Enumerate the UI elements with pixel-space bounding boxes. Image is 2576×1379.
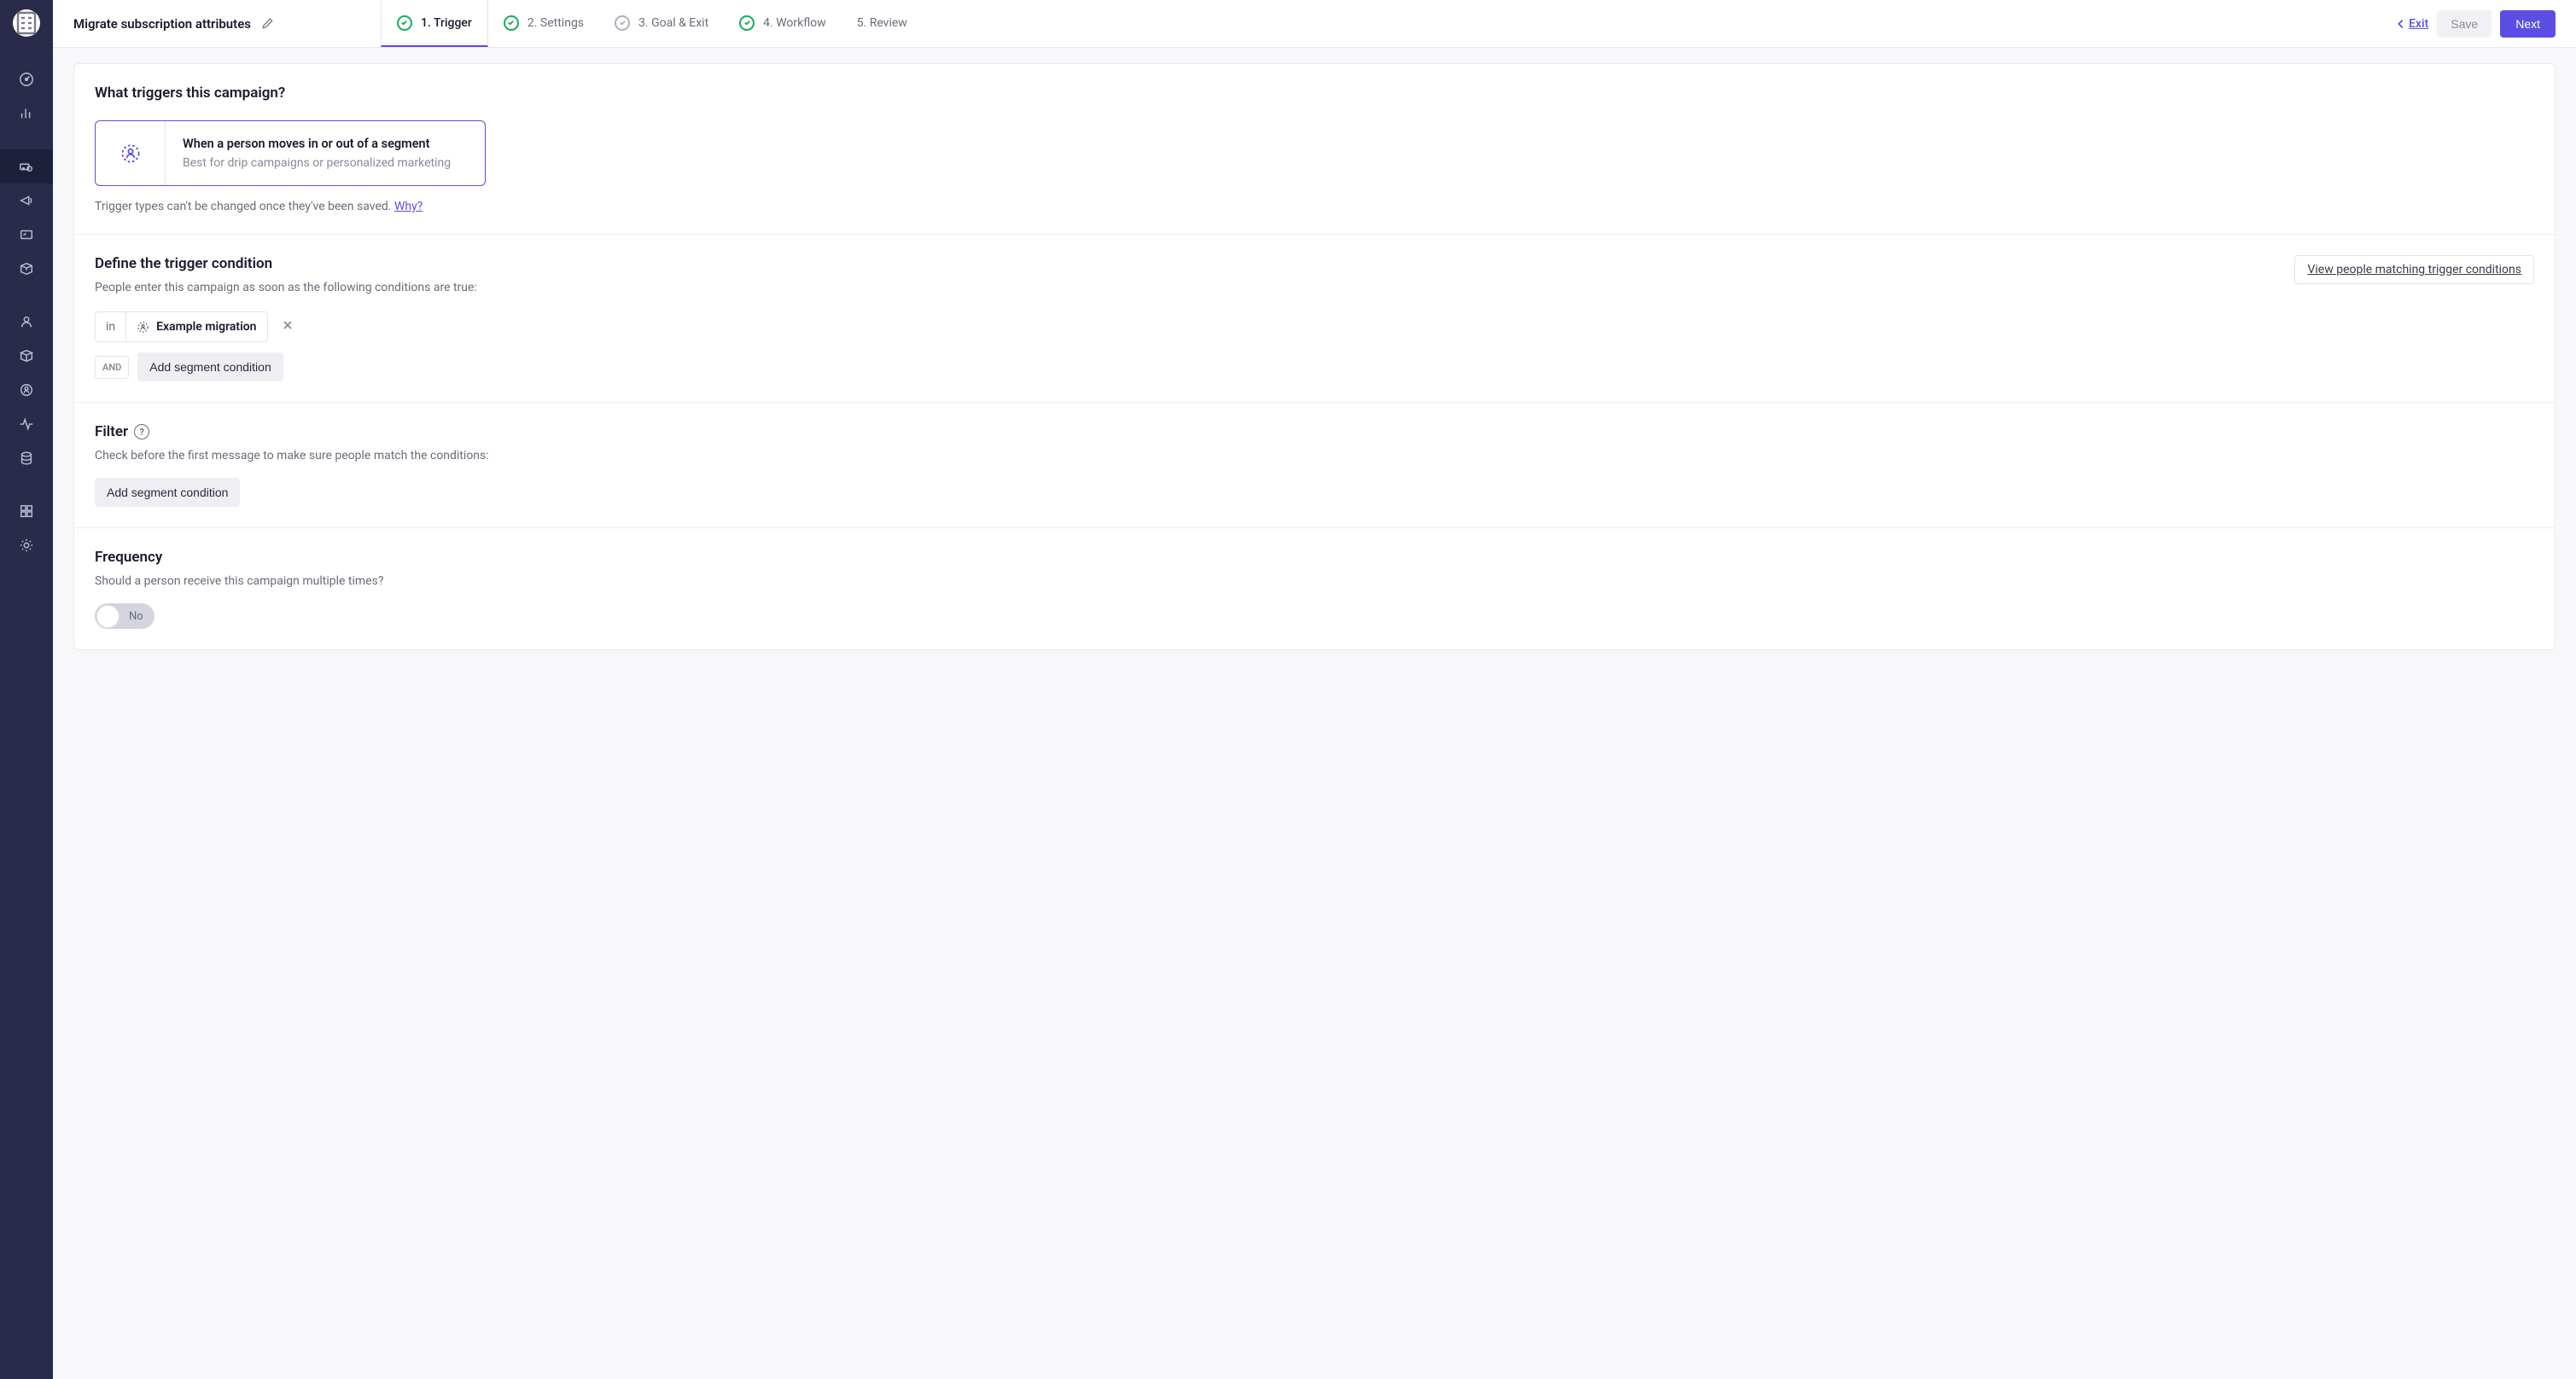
frequency-toggle[interactable]: No [95,603,154,629]
filter-add-condition-button[interactable]: Add segment condition [95,478,240,507]
check-icon [397,15,412,31]
exit-label: Exit [2409,17,2428,31]
next-button[interactable]: Next [2500,10,2556,38]
step-workflow[interactable]: 4. Workflow [724,0,842,47]
segment-move-icon [96,121,166,185]
header: Migrate subscription attributes 1. Trigg… [53,0,2576,48]
stepper: 1. Trigger 2. Settings 3. Goal & Exit 4.… [381,0,923,47]
filter-section: Filter ? Check before the first message … [74,403,2555,528]
frequency-section-title: Frequency [95,549,2534,566]
step-settings[interactable]: 2. Settings [488,0,599,47]
toggle-label: No [129,610,143,623]
nav-activity[interactable] [0,407,53,441]
check-icon [615,15,630,31]
step-goal-exit[interactable]: 3. Goal & Exit [599,0,724,47]
campaign-title: Migrate subscription attributes [73,16,251,32]
trigger-why-link[interactable]: Why? [394,200,423,213]
check-icon [504,15,519,31]
nav-transactional[interactable] [0,218,53,252]
filter-section-subtitle: Check before the first message to make s… [95,449,2534,463]
condition-chip[interactable]: in Example migration [95,311,268,342]
nav-settings[interactable] [0,528,53,562]
header-actions: Exit Save Next [2395,10,2556,38]
trigger-card-text: When a person moves in or out of a segme… [166,121,468,185]
trigger-card-subtitle: Best for drip campaigns or personalized … [183,156,451,170]
sidebar [0,0,53,1379]
nav-analytics[interactable] [0,96,53,131]
nav-dashboard[interactable] [0,62,53,96]
trigger-note: Trigger types can't be changed once they… [95,200,2534,213]
nav-campaigns[interactable] [0,149,53,183]
segment-icon [137,321,149,334]
condition-section-subtitle: People enter this campaign as soon as th… [95,281,477,294]
trigger-type-card[interactable]: When a person moves in or out of a segme… [95,120,486,186]
step-trigger[interactable]: 1. Trigger [381,0,488,47]
view-matching-link-box[interactable]: View people matching trigger conditions [2294,255,2534,284]
campaign-card: What triggers this campaign? When a pers… [73,63,2556,650]
filter-section-title: Filter [95,423,128,440]
condition-row: in Example migration [95,311,2534,342]
step-review[interactable]: 5. Review [842,0,923,47]
add-segment-condition-button[interactable]: Add segment condition [137,352,283,381]
edit-title-button[interactable] [258,14,278,34]
trigger-section: What triggers this campaign? When a pers… [74,64,2555,235]
save-button[interactable]: Save [2437,10,2491,38]
nav-segments[interactable] [0,373,53,407]
step-label: 5. Review [857,16,907,30]
nav-broadcasts[interactable] [0,183,53,218]
view-matching-link[interactable]: View people matching trigger conditions [2307,263,2521,276]
help-icon[interactable]: ? [134,424,149,439]
toggle-knob [96,605,119,628]
check-icon [739,15,755,31]
condition-in-label: in [96,312,125,341]
trigger-section-title: What triggers this campaign? [95,84,2534,102]
nav-data[interactable] [0,441,53,475]
workspace-logo[interactable] [13,9,40,37]
step-label: 4. Workflow [763,16,826,30]
condition-value: Example migration [125,312,266,341]
step-label: 1. Trigger [421,16,472,30]
condition-segment-name: Example migration [156,320,256,334]
frequency-section: Frequency Should a person receive this c… [74,528,2555,649]
exit-link[interactable]: Exit [2395,17,2428,31]
nav-people[interactable] [0,305,53,339]
remove-condition-button[interactable] [282,319,294,335]
nav-deliveries[interactable] [0,252,53,286]
main: What triggers this campaign? When a pers… [53,48,2576,1379]
condition-section-title: Define the trigger condition [95,255,477,272]
step-label: 3. Goal & Exit [638,16,708,30]
frequency-section-subtitle: Should a person receive this campaign mu… [95,574,2534,588]
nav-integrations[interactable] [0,494,53,528]
and-row: AND Add segment condition [95,352,2534,381]
step-label: 2. Settings [527,16,584,30]
condition-section: Define the trigger condition People ente… [74,235,2555,403]
trigger-note-text: Trigger types can't be changed once they… [95,200,394,213]
close-icon [282,319,294,331]
trigger-card-title: When a person moves in or out of a segme… [183,137,451,151]
and-badge: AND [95,356,129,379]
nav-content[interactable] [0,339,53,373]
